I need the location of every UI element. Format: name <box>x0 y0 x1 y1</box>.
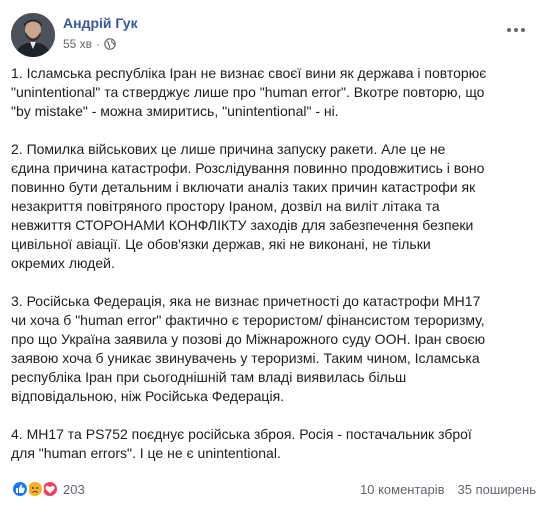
facebook-post: Андрій Гук 55 хв · 1. Ісламська республі… <box>0 0 545 511</box>
text-line: 4. МН17 та PS752 поєднує російська зброя… <box>11 426 472 442</box>
author-name[interactable]: Андрій Гук <box>63 15 138 31</box>
paragraph-4: 4. МН17 та PS752 поєднує російська зброя… <box>11 425 536 463</box>
post-text: 1. Ісламська республіка Іран не визнає с… <box>11 64 536 482</box>
post-footer: 203 10 коментарів 35 поширень <box>11 477 536 501</box>
post-meta: 55 хв · <box>63 37 116 51</box>
text-line: незакриття повітряного простору Іраном, … <box>11 198 440 214</box>
text-line: окремих людей. <box>11 255 115 271</box>
text-line: 2. Помилка військових це лише причина за… <box>11 141 446 157</box>
text-line: заявою хоча б уникає звинувачень у терор… <box>11 350 480 366</box>
reaction-count[interactable]: 203 <box>63 482 85 497</box>
text-line: 3. Російська Федерація, яка не визнає пр… <box>11 293 481 309</box>
meta-separator: · <box>96 37 101 51</box>
post-header: Андрій Гук 55 хв · <box>11 10 534 60</box>
reactions-summary[interactable]: 203 <box>11 480 85 498</box>
avatar-photo <box>11 13 55 57</box>
more-options-icon[interactable] <box>504 20 528 40</box>
text-line: повинно бути детальним і включати аналіз… <box>11 179 476 195</box>
paragraph-1: 1. Ісламська республіка Іран не визнає с… <box>11 64 536 121</box>
shares-count[interactable]: 35 поширень <box>458 482 536 497</box>
post-stats: 10 коментарів 35 поширень <box>360 482 536 497</box>
text-line: відповідальною, ніж Російська Федерація. <box>11 388 285 404</box>
text-line: 1. Ісламська республіка Іран не визнає с… <box>11 65 487 81</box>
avatar[interactable] <box>11 13 55 57</box>
text-line: для "human errors". І це не є unintentio… <box>11 445 281 461</box>
text-line: "by mistake" - можна змиритись, "uninten… <box>11 103 339 119</box>
paragraph-3: 3. Російська Федерація, яка не визнає пр… <box>11 292 536 406</box>
post-time[interactable]: 55 хв <box>63 37 92 51</box>
comments-count[interactable]: 10 коментарів <box>360 482 445 497</box>
paragraph-2: 2. Помилка військових це лише причина за… <box>11 140 536 273</box>
globe-icon <box>104 38 116 50</box>
text-line: чи хоча б "human error" фактично є терор… <box>11 312 485 328</box>
like-icon <box>11 480 29 498</box>
text-line: "unintentional" та стверджує лише про "h… <box>11 84 485 100</box>
text-line: єдина причина катастрофи. Розслідування … <box>11 160 485 176</box>
text-line: цивільної авіації. Це обов'язки держав, … <box>11 236 431 252</box>
text-line: республіка Іран при сьогоднішній там вла… <box>11 369 407 385</box>
text-line: невжиття СТОРОНАМИ КОНФЛІКТУ заходів для… <box>11 217 474 233</box>
text-line: про що Україна заявила у позові до Міжна… <box>11 331 486 347</box>
